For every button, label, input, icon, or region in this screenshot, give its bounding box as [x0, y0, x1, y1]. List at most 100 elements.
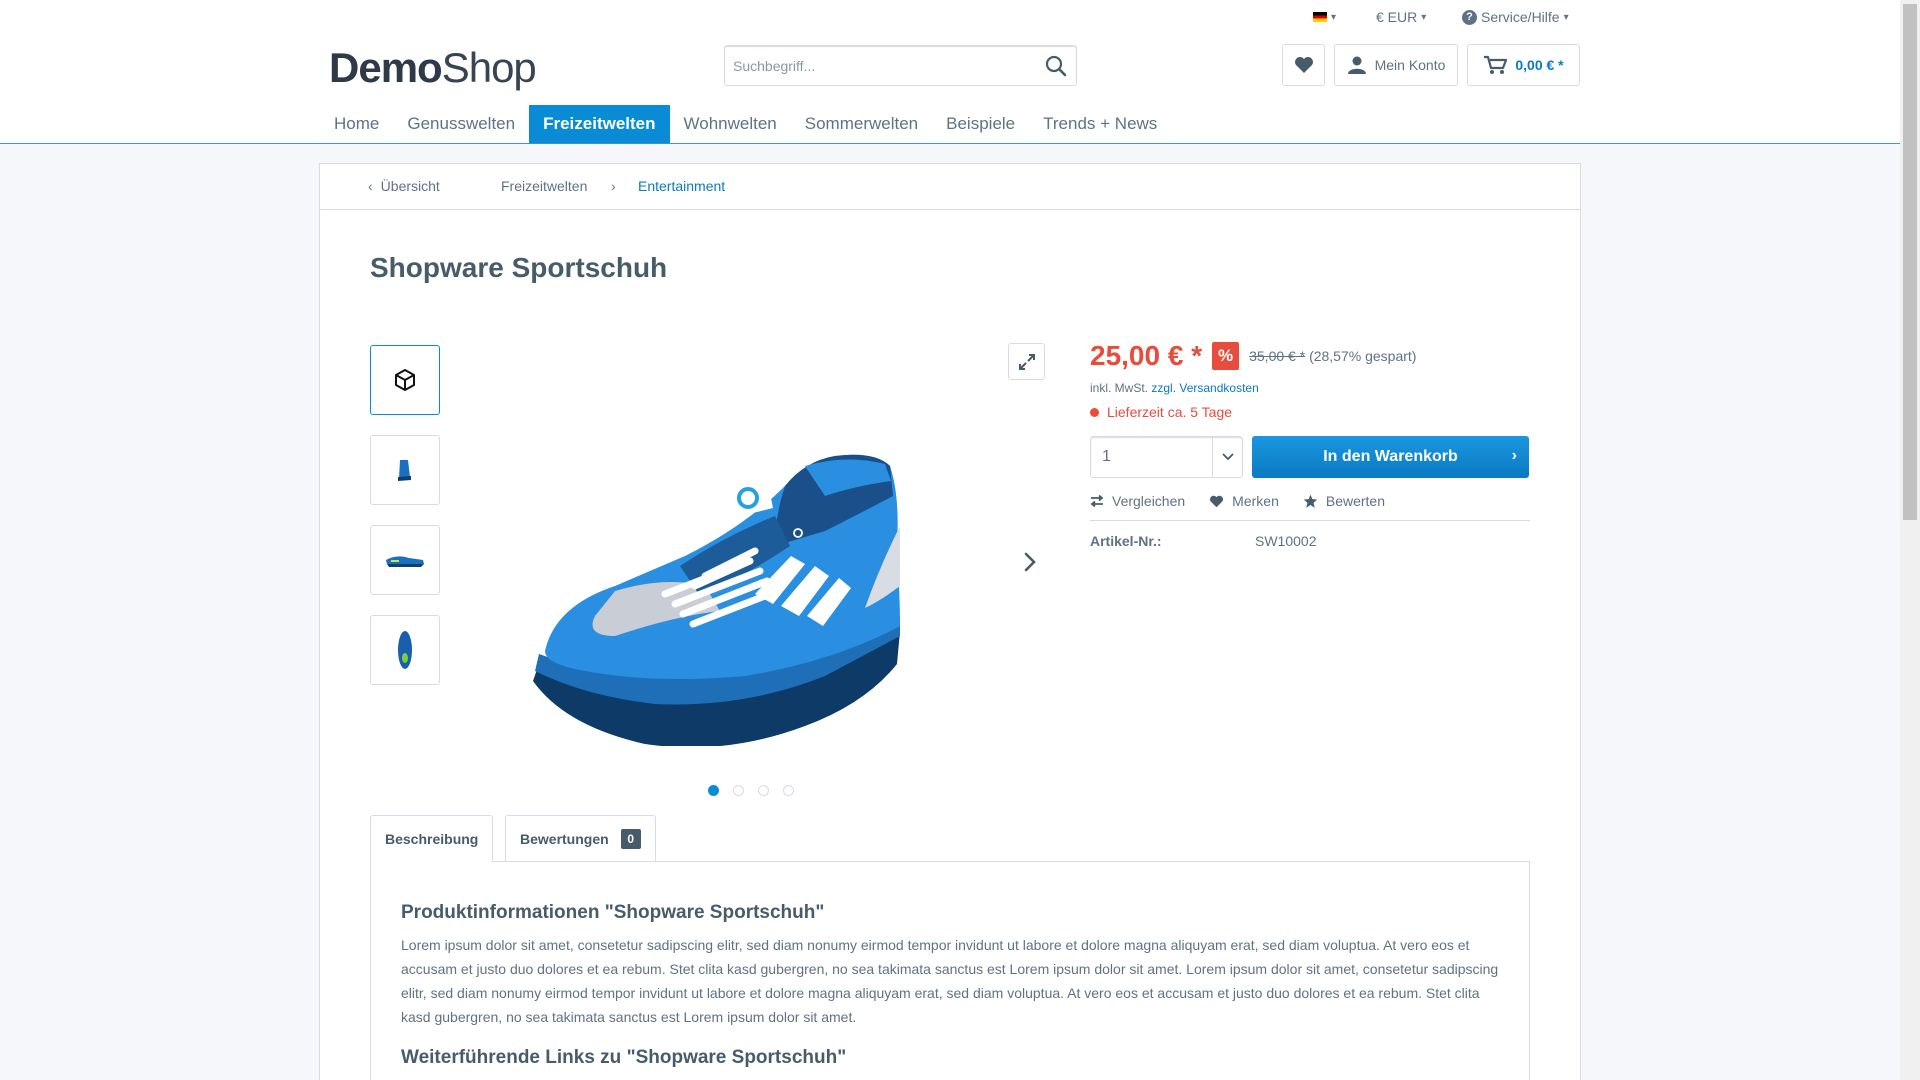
slider-dot[interactable] — [708, 785, 719, 796]
scrollbar-thumb[interactable] — [1903, 4, 1917, 520]
shipping-costs-link[interactable]: zzgl. Versandkosten — [1151, 381, 1258, 395]
star-icon — [1303, 494, 1318, 508]
product-title: Shopware Sportschuh — [370, 252, 668, 283]
cube-icon — [395, 369, 415, 391]
page-scrollbar[interactable] — [1900, 0, 1920, 1080]
delivery-info: Lieferzeit ca. 5 Tage — [1090, 404, 1232, 420]
savings: (28,57% gespart) — [1309, 348, 1417, 364]
description-text: Lorem ipsum dolor sit amet, consetetur s… — [401, 937, 1499, 1025]
slider-dot[interactable] — [783, 785, 794, 796]
slider-dot[interactable] — [758, 785, 769, 796]
expand-icon — [1018, 353, 1035, 370]
shop-logo[interactable]: DemoShop — [329, 44, 537, 92]
wishlist-button[interactable] — [1282, 44, 1325, 86]
next-image-button[interactable] — [1018, 547, 1042, 577]
breadcrumb-item-label: Freizeitwelten — [501, 178, 588, 194]
help-icon: ? — [1462, 9, 1477, 25]
site-header: ▾ € EUR ▾ ? Service/Hilfe ▾ DemoShop Suc… — [0, 0, 1900, 144]
description-panel: Produktinformationen "Shopware Sportschu… — [370, 861, 1530, 1080]
price-row: 25,00 € * % 35,00 € * (28,57% gespart) — [1090, 340, 1416, 372]
nav-item-genusswelten[interactable]: Genusswelten — [393, 105, 529, 143]
breadcrumb-back-link[interactable]: ‹ Übersicht — [368, 178, 440, 194]
thumbnail-3d-view[interactable] — [370, 345, 440, 415]
currency-label: € EUR — [1376, 9, 1418, 25]
german-flag-icon — [1313, 12, 1327, 22]
cart-button[interactable]: 0,00 € * — [1467, 44, 1580, 86]
nav-item-beispiele[interactable]: Beispiele — [932, 105, 1029, 143]
search-icon — [1045, 55, 1066, 76]
remember-label: Merken — [1232, 493, 1279, 509]
chevron-down-icon: ▾ — [1421, 11, 1427, 23]
tax-info: inkl. MwSt. zzgl. Versandkosten — [1090, 381, 1259, 395]
account-label: Mein Konto — [1374, 57, 1446, 73]
breadcrumb-back-label: Übersicht — [380, 178, 440, 194]
language-switcher[interactable]: ▾ — [1313, 6, 1336, 28]
chevron-down-icon: ▾ — [1331, 11, 1337, 23]
tab-description-label: Beschreibung — [385, 831, 479, 847]
cart-icon — [1484, 55, 1508, 74]
shoe-thumbnail-icon — [386, 556, 424, 567]
compare-label: Vergleichen — [1112, 493, 1186, 509]
service-menu[interactable]: ? Service/Hilfe ▾ — [1462, 6, 1569, 28]
logo-part-demo: Demo — [329, 44, 443, 91]
image-slider-dots — [708, 785, 794, 796]
delivery-text: Lieferzeit ca. 5 Tage — [1107, 404, 1233, 420]
search-input[interactable] — [733, 54, 1023, 78]
breadcrumb-item-entertainment[interactable]: Entertainment — [638, 178, 725, 194]
product-actions: Vergleichen Merken Bewerten — [1090, 493, 1385, 509]
quantity-select[interactable]: 1 — [1090, 436, 1243, 478]
old-price: 35,00 € * — [1249, 348, 1306, 364]
search-button[interactable] — [1035, 46, 1076, 85]
reviews-count-badge: 0 — [620, 828, 641, 849]
chevron-right-icon: › — [611, 178, 616, 194]
remember-action[interactable]: Merken — [1209, 493, 1279, 509]
breadcrumb: ‹ Übersicht Freizeitwelten › Entertainme… — [320, 164, 1580, 210]
nav-item-trends-news[interactable]: Trends + News — [1029, 105, 1171, 143]
thumbnail-image[interactable] — [370, 615, 440, 685]
heart-icon — [1294, 57, 1313, 73]
currency-switcher[interactable]: € EUR ▾ — [1376, 6, 1426, 28]
tab-reviews[interactable]: Bewertungen 0 — [505, 815, 656, 861]
sale-badge: % — [1212, 342, 1240, 370]
shoe-sole-thumbnail-icon — [398, 631, 412, 669]
divider — [1090, 520, 1530, 521]
logo-part-shop: Shop — [441, 44, 537, 91]
top-bar: ▾ € EUR ▾ ? Service/Hilfe ▾ — [0, 6, 1900, 28]
article-number-value: SW10002 — [1255, 533, 1317, 549]
chevron-down-icon: ▾ — [1563, 11, 1569, 23]
links-heading: Weiterführende Links zu "Shopware Sports… — [401, 1047, 847, 1068]
add-to-cart-button[interactable]: In den Warenkorb › — [1252, 436, 1529, 478]
slider-dot[interactable] — [733, 785, 744, 796]
article-number-label: Artikel-Nr.: — [1090, 533, 1162, 549]
description-heading: Produktinformationen "Shopware Sportschu… — [401, 902, 825, 923]
product-card: ‹ Übersicht Freizeitwelten › Entertainme… — [319, 163, 1581, 1080]
product-price: 25,00 € * — [1090, 340, 1203, 371]
add-to-cart-label: In den Warenkorb — [1323, 448, 1458, 465]
cart-amount: 0,00 € * — [1515, 57, 1564, 73]
nav-item-wohnwelten[interactable]: Wohnwelten — [670, 105, 791, 143]
tab-description[interactable]: Beschreibung — [370, 815, 494, 862]
thumbnail-image[interactable] — [370, 525, 440, 595]
chevron-right-icon — [1024, 552, 1036, 572]
account-button[interactable]: Mein Konto — [1334, 44, 1458, 86]
rate-action[interactable]: Bewerten — [1303, 493, 1385, 509]
breadcrumb-item-freizeitwelten[interactable]: Freizeitwelten — [501, 178, 587, 194]
old-price-info: 35,00 € * (28,57% gespart) — [1249, 348, 1416, 364]
chevron-down-icon — [1212, 437, 1242, 477]
user-icon — [1347, 56, 1366, 74]
nav-item-freizeitwelten[interactable]: Freizeitwelten — [529, 105, 670, 143]
article-number-row: Artikel-Nr.: SW10002 — [1090, 533, 1316, 549]
thumbnail-image[interactable] — [370, 435, 440, 505]
service-label: Service/Hilfe — [1481, 9, 1560, 25]
tax-text: inkl. MwSt. — [1090, 381, 1149, 395]
compare-action[interactable]: Vergleichen — [1090, 493, 1185, 509]
nav-item-sommerwelten[interactable]: Sommerwelten — [791, 105, 932, 143]
chevron-right-icon: › — [1511, 447, 1517, 464]
rate-label: Bewerten — [1325, 493, 1386, 509]
breadcrumb-separator: › — [611, 178, 616, 194]
nav-item-home[interactable]: Home — [320, 105, 393, 143]
search-box — [724, 45, 1077, 86]
tab-reviews-label: Bewertungen — [520, 830, 609, 847]
product-main-image[interactable] — [505, 426, 985, 746]
zoom-button[interactable] — [1008, 343, 1045, 380]
